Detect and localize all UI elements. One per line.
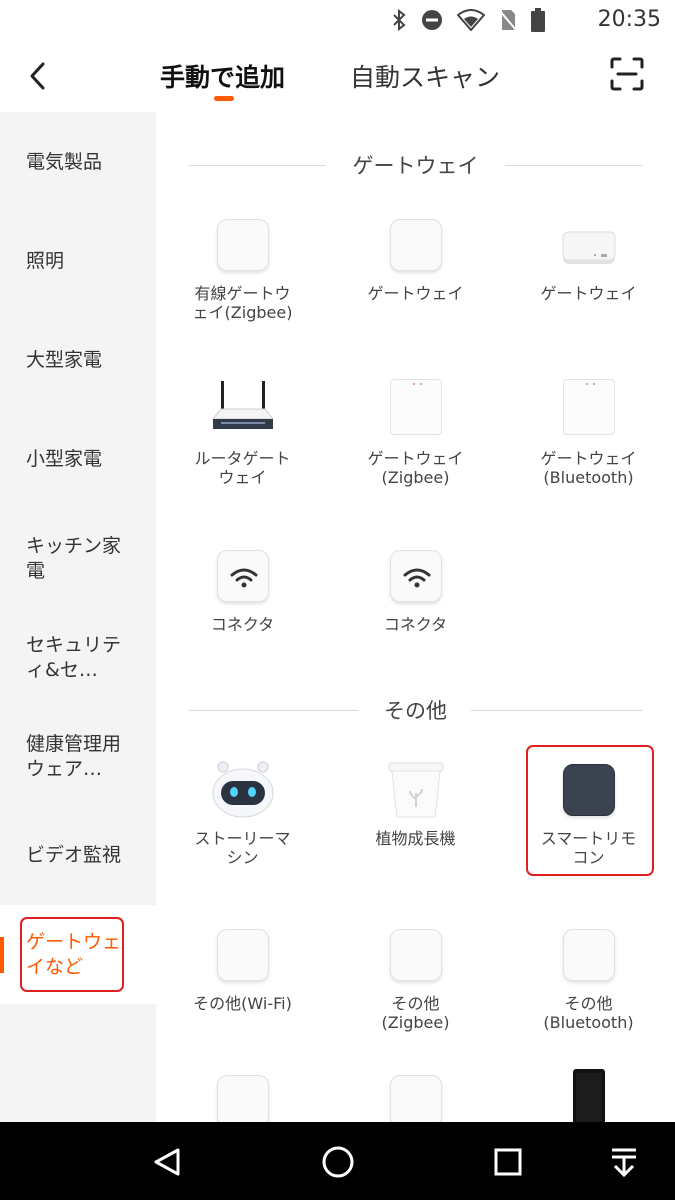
sidebar-item-gateway-etc[interactable]: ゲートウェイなど	[0, 905, 156, 1004]
device-label: ゲートウェイ	[367, 284, 464, 303]
back-button[interactable]	[18, 56, 58, 96]
device-partial-3[interactable]	[502, 1067, 675, 1122]
divider	[505, 165, 643, 166]
sidebar-item-label: 健康管理用ウェア…	[26, 732, 122, 780]
device-label: 有線ゲートウ ェイ(Zigbee)	[192, 284, 293, 322]
header: 手動で追加 自動スキャン	[0, 42, 675, 112]
device-gateway-bluetooth[interactable]: ゲートウェイ (Bluetooth)	[502, 379, 675, 487]
device-label: ゲートウェイ	[540, 284, 637, 303]
sidebar-active-indicator	[0, 937, 4, 973]
notifications-down-icon	[612, 1148, 636, 1178]
sidebar-item-lighting[interactable]: 照明	[0, 212, 156, 311]
device-label: ゲートウェイ (Zigbee)	[367, 449, 464, 487]
white-hub-icon	[389, 219, 442, 271]
sidebar-item-security[interactable]: セキュリティ&セ…	[0, 608, 156, 707]
battery-icon	[531, 8, 545, 36]
device-label: ストーリーマ シン	[194, 829, 291, 867]
nav-back-button[interactable]	[148, 1142, 188, 1182]
device-list: ゲートウェイ 有線ゲートウ ェイ(Zigbee) ゲートウェイ ゲートウェイ ル…	[156, 112, 675, 1122]
device-story-machine[interactable]: ストーリーマ シン	[156, 761, 329, 867]
no-sim-icon	[499, 8, 517, 36]
sidebar-item-label: 電気製品	[26, 151, 103, 173]
router-icon	[211, 381, 274, 429]
section-header-other: その他	[156, 695, 675, 725]
device-plant-grower[interactable]: 植物成長機	[329, 762, 502, 848]
white-hub-icon	[389, 1075, 442, 1122]
status-time: 20:35	[597, 7, 661, 32]
scan-icon	[610, 57, 644, 91]
device-other-zigbee[interactable]: その他 (Zigbee)	[329, 928, 502, 1032]
device-gateway-zigbee[interactable]: ゲートウェイ (Zigbee)	[329, 379, 502, 487]
gateway-box-icon	[562, 231, 615, 264]
nav-notifications-button[interactable]	[604, 1142, 644, 1182]
sidebar-item-video-surveillance[interactable]: ビデオ監視	[0, 806, 156, 905]
plug-gateway-icon	[562, 379, 615, 435]
sidebar-item-label: ビデオ監視	[26, 844, 122, 866]
sidebar-item-label: 照明	[26, 250, 65, 272]
device-label: ルータゲート ウェイ	[194, 449, 291, 487]
recents-square-icon	[494, 1148, 522, 1176]
device-label: ゲートウェイ (Bluetooth)	[540, 449, 637, 487]
white-hub-icon	[562, 929, 615, 981]
device-label: 植物成長機	[375, 829, 456, 848]
nav-recents-button[interactable]	[488, 1142, 528, 1182]
sidebar-item-label: キッチン家電	[26, 534, 122, 582]
sidebar-item-label: 大型家電	[26, 349, 103, 371]
device-other-wifi[interactable]: その他(Wi-Fi)	[156, 928, 329, 1013]
back-triangle-icon	[154, 1148, 180, 1176]
white-hub-icon	[216, 1075, 269, 1122]
device-router-gateway[interactable]: ルータゲート ウェイ	[156, 381, 329, 487]
device-wired-gateway-zigbee[interactable]: 有線ゲートウ ェイ(Zigbee)	[156, 218, 329, 322]
device-gateway-box[interactable]: ゲートウェイ	[502, 218, 675, 303]
sidebar-item-kitchen-appliances[interactable]: キッチン家電	[0, 509, 156, 608]
active-tab-indicator	[214, 96, 234, 101]
section-header-gateway: ゲートウェイ	[156, 150, 675, 180]
device-partial-2[interactable]	[329, 1074, 502, 1122]
sidebar-item-electric-products[interactable]: 電気製品	[0, 113, 156, 212]
tab-manual-add[interactable]: 手動で追加	[160, 58, 285, 94]
bluetooth-icon	[391, 8, 407, 36]
speaker-icon	[572, 1069, 605, 1122]
sidebar-item-small-appliances[interactable]: 小型家電	[0, 410, 156, 509]
selection-highlight-box	[526, 745, 654, 876]
device-label: コネクタ	[210, 615, 275, 634]
tab-auto-scan[interactable]: 自動スキャン	[350, 58, 500, 94]
device-gateway[interactable]: ゲートウェイ	[329, 218, 502, 303]
sidebar-item-large-appliances[interactable]: 大型家電	[0, 311, 156, 410]
white-hub-icon	[389, 929, 442, 981]
wifi-connector-icon	[389, 550, 442, 602]
status-bar: 20:35	[0, 0, 675, 42]
wifi-icon	[456, 9, 486, 35]
selection-highlight-box	[20, 917, 124, 992]
home-circle-icon	[322, 1146, 354, 1178]
device-label: その他(Wi-Fi)	[193, 994, 292, 1013]
device-partial-1[interactable]	[156, 1074, 329, 1122]
device-label: その他 (Bluetooth)	[543, 994, 634, 1032]
device-connector-2[interactable]: コネクタ	[329, 549, 502, 634]
nav-home-button[interactable]	[318, 1142, 358, 1182]
white-hub-icon	[216, 219, 269, 271]
wifi-connector-icon	[216, 550, 269, 602]
device-connector-1[interactable]: コネクタ	[156, 549, 329, 634]
system-nav-bar	[0, 1122, 675, 1200]
sidebar-item-label: セキュリティ&セ…	[26, 633, 122, 681]
device-label: コネクタ	[383, 615, 448, 634]
sidebar-item-label: 小型家電	[26, 448, 103, 470]
device-label: その他 (Zigbee)	[381, 994, 450, 1032]
category-sidebar: 電気製品 照明 大型家電 小型家電 キッチン家電 セキュリティ&セ… 健康管理用…	[0, 112, 156, 1122]
do-not-disturb-icon	[421, 9, 443, 35]
device-other-bluetooth[interactable]: その他 (Bluetooth)	[502, 928, 675, 1032]
scan-button[interactable]	[609, 56, 649, 96]
plug-gateway-icon	[389, 379, 442, 435]
plant-pot-icon	[388, 762, 443, 818]
divider	[471, 710, 643, 711]
sidebar-item-health-wearables[interactable]: 健康管理用ウェア…	[0, 707, 156, 806]
robot-icon	[212, 761, 273, 818]
chevron-left-icon	[30, 62, 45, 90]
white-hub-icon	[216, 929, 269, 981]
